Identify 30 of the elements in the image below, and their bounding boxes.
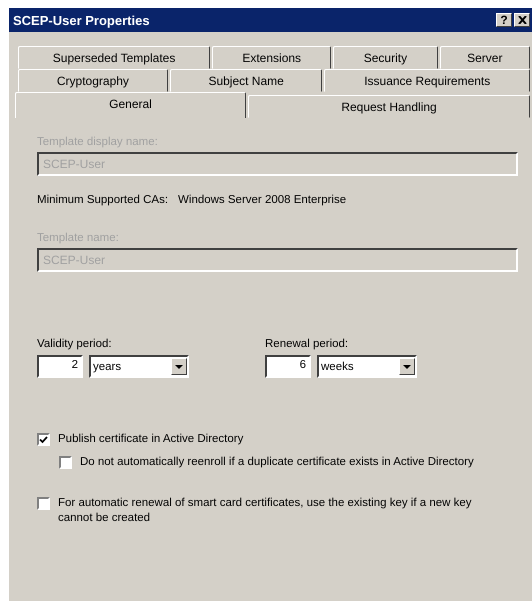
checkbox-label: Publish certificate in Active Directory (58, 432, 244, 447)
unit-dropdown[interactable]: years (89, 355, 189, 378)
tab[interactable]: Subject Name (170, 69, 322, 92)
checkbox[interactable] (37, 433, 50, 446)
info-value: Windows Server 2008 Enterprise (178, 194, 346, 206)
info-label: Minimum Supported CAs: (37, 194, 168, 206)
tab[interactable]: Extensions (212, 46, 332, 69)
close-button[interactable] (514, 13, 530, 27)
unit-dropdown[interactable]: weeks (317, 355, 417, 378)
help-button[interactable]: ? (496, 13, 512, 27)
tab[interactable]: Request Handling (248, 95, 530, 118)
number-field[interactable]: 2 (37, 355, 83, 378)
checkbox-label: Do not automatically reenroll if a duplicate certificate exists in Active Directory (80, 455, 474, 470)
triangle-icon (403, 364, 411, 368)
field-label: Validity period: (37, 337, 113, 352)
tab[interactable]: Issuance Requirements (324, 69, 530, 92)
close-icon (518, 16, 526, 24)
checkmark-icon (39, 436, 48, 444)
tab[interactable]: General (15, 92, 246, 118)
window-title: SCEP-User Properties (12, 12, 151, 28)
tab[interactable]: Cryptography (18, 69, 168, 92)
tab[interactable]: Security (333, 46, 438, 69)
checkbox-label: For automatic renewal of smart card certificates, use the existing key if a new key cannot be created (58, 496, 473, 526)
field-label: Renewal period: (265, 337, 350, 352)
tab[interactable]: Server (440, 46, 530, 69)
checkbox[interactable] (37, 497, 50, 510)
tab[interactable]: Superseded Templates (18, 46, 210, 69)
triangle-icon (175, 364, 183, 368)
checkbox[interactable] (59, 456, 72, 469)
number-field[interactable]: 6 (265, 355, 311, 378)
